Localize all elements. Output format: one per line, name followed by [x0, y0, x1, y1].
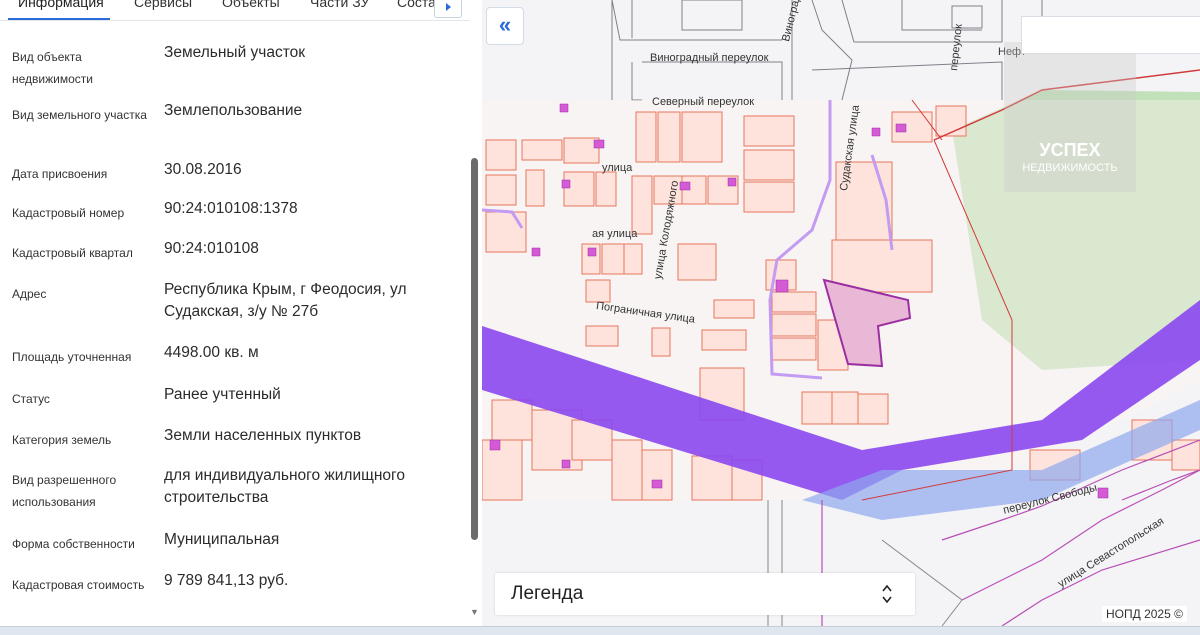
watermark-subtitle: НЕДВИЖИМОСТЬ — [1022, 162, 1118, 174]
info-value: Землепользование — [164, 102, 303, 119]
info-panel: Информация Сервисы Объекты Части ЗУ Сост… — [0, 0, 482, 626]
watermark-title: УСПЕХ — [1039, 140, 1101, 160]
info-label: Категория земель — [12, 433, 112, 447]
tab-information[interactable]: Информация — [18, 0, 104, 10]
street-label: улица — [602, 162, 633, 174]
info-label: Вид объекта недвижимости — [12, 50, 93, 86]
map-search-box[interactable] — [1021, 16, 1200, 54]
double-chevron-left-icon: « — [498, 12, 512, 37]
active-tab-indicator — [8, 18, 110, 20]
tab-bar: Информация Сервисы Объекты Части ЗУ Сост… — [0, 0, 470, 21]
tabs-next-arrow-icon[interactable] — [434, 0, 462, 18]
street-label: Виноградный переулок — [650, 52, 769, 64]
info-value: для индивидуального жилищного строительс… — [164, 467, 405, 506]
street-label: Северный переулок — [652, 96, 755, 108]
info-label: Кадастровый квартал — [12, 246, 133, 260]
tab-parts[interactable]: Части ЗУ — [310, 0, 369, 10]
scroll-down-arrow-icon[interactable]: ▼ — [470, 607, 479, 617]
info-label: Дата присвоения — [12, 167, 108, 181]
watermark-logo: УСПЕХ НЕДВИЖИМОСТЬ — [1004, 42, 1136, 192]
chevron-up-down-icon — [882, 584, 892, 604]
collapse-panel-button[interactable]: « — [486, 7, 524, 45]
info-value: Земельный участок — [164, 44, 306, 61]
info-label: Адрес — [12, 287, 47, 301]
info-value: 30.08.2016 — [164, 161, 242, 178]
info-value: 4498.00 кв. м — [164, 344, 259, 361]
info-label: Вид разрешенного использования — [12, 473, 117, 509]
legend-dropdown[interactable]: Легенда — [495, 573, 915, 615]
info-value: Муниципальная — [164, 531, 280, 548]
street-label: ая улица — [592, 228, 638, 240]
info-label: Кадастровый номер — [12, 206, 125, 220]
panel-scrollbar[interactable] — [471, 158, 478, 540]
info-value: 9 789 841,13 руб. — [164, 572, 289, 589]
tab-composition[interactable]: Соста — [397, 0, 436, 10]
info-value: 90:24:010108:1378 — [164, 200, 298, 217]
info-label: Статус — [12, 392, 50, 406]
info-label: Кадастровая стоимость — [12, 578, 145, 592]
info-label: Площадь уточненная — [12, 350, 132, 364]
legend-label: Легенда — [511, 583, 584, 604]
info-value: Республика Крым, г Феодосия, ул Судакска… — [164, 281, 407, 320]
info-label: Вид земельного участка — [12, 108, 147, 122]
tab-services[interactable]: Сервисы — [134, 0, 192, 10]
info-value: Земли населенных пунктов — [164, 427, 362, 444]
tab-objects[interactable]: Объекты — [222, 0, 280, 10]
info-value: Ранее учтенный — [164, 386, 281, 403]
info-label: Форма собственности — [12, 537, 135, 551]
info-value: 90:24:010108 — [164, 240, 259, 257]
copyright-label: НОПД 2025 © — [1102, 606, 1187, 622]
